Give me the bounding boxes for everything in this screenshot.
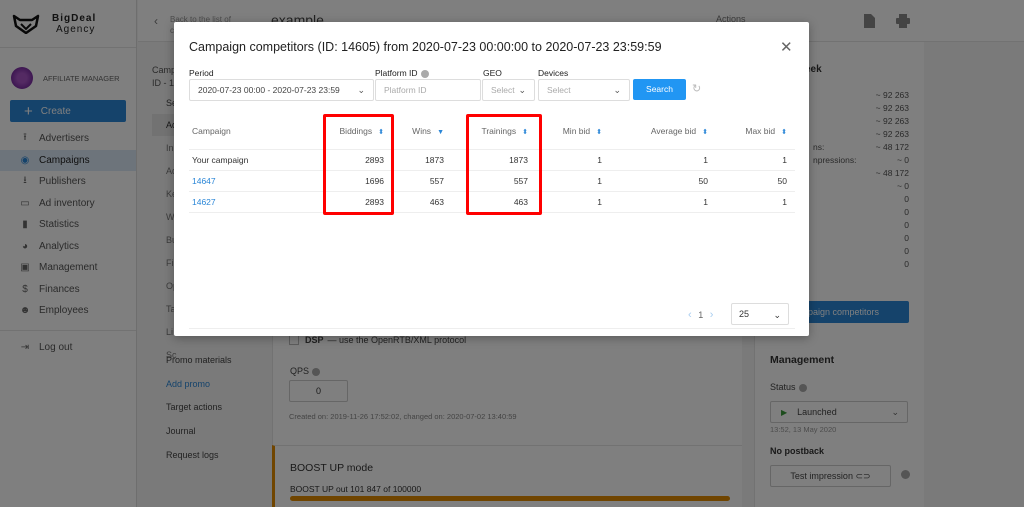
col-max-bid[interactable]: Max bid ⬍ [716,114,795,150]
devices-select[interactable]: Select ⌄ [538,79,630,101]
cell-min-bid: 1 [536,170,610,192]
campaign-link[interactable]: 14627 [192,197,216,207]
cell-avg-bid: 50 [610,170,716,192]
geo-label: GEO [483,68,502,78]
campaign-link[interactable]: 14647 [192,176,216,186]
refresh-icon[interactable]: ↻ [692,82,701,95]
sort-icon[interactable]: ⬍ [781,129,787,136]
period-select[interactable]: 2020-07-23 00:00 - 2020-07-23 23:59 ⌄ [189,79,374,101]
cell-avg-bid: 1 [610,149,716,171]
cell-wins: 1873 [392,149,452,171]
col-min-bid[interactable]: Min bid ⬍ [536,114,610,150]
per-page-value: 25 [739,309,750,319]
geo-value: Select [491,85,515,95]
chevron-down-icon: ⌄ [613,85,621,95]
current-page[interactable]: 1 [698,310,703,320]
geo-select[interactable]: Select ⌄ [482,79,535,101]
info-icon[interactable] [420,69,429,78]
prev-page-icon[interactable]: ‹ [688,309,692,321]
sort-desc-icon[interactable]: ▼ [437,129,444,136]
cell-min-bid: 1 [536,149,610,171]
platform-id-label-text: Platform ID [375,68,418,78]
search-button[interactable]: Search [633,79,686,100]
cell-max-bid: 1 [716,149,795,171]
col-wins[interactable]: Wins ▼ [392,114,452,150]
cell-min-bid: 1 [536,191,610,213]
platform-id-label: Platform ID [375,68,429,78]
chevron-down-icon: ⌄ [518,85,526,95]
cell-avg-bid: 1 [610,191,716,213]
next-page-icon[interactable]: › [710,309,714,321]
col-wins-label: Wins [412,126,432,137]
sort-icon[interactable]: ⬍ [702,129,708,136]
devices-label: Devices [538,68,569,78]
highlight-trainings [466,114,542,215]
col-max-bid-label: Max bid [745,126,776,137]
devices-value: Select [547,85,571,95]
footer-divider [189,328,795,329]
period-label: Period [189,68,214,78]
page: BigDeal Agency AFFILIATE MANAGER + Creat… [0,0,1024,507]
chevron-down-icon: ⌄ [357,85,365,95]
cell-max-bid: 1 [716,191,795,213]
cell-wins: 463 [392,191,452,213]
col-campaign-label: Campaign [192,126,231,137]
campaign-competitors-modal: Campaign competitors (ID: 14605) from 20… [174,22,809,336]
pagination: ‹ 1 › [688,309,713,321]
sort-icon[interactable]: ⬍ [596,129,602,136]
col-average-bid[interactable]: Average bid ⬍ [610,114,716,150]
cell-campaign: 14627 [189,191,324,213]
highlight-biddings [323,114,394,215]
cell-campaign: Your campaign [189,149,324,171]
cell-wins: 557 [392,170,452,192]
period-value: 2020-07-23 00:00 - 2020-07-23 23:59 [198,85,340,95]
per-page-select[interactable]: 25 ⌄ [731,303,789,325]
col-min-bid-label: Min bid [562,126,591,137]
modal-title: Campaign competitors (ID: 14605) from 20… [189,40,662,54]
col-campaign: Campaign [189,114,324,150]
close-icon[interactable]: ✕ [780,40,793,55]
cell-max-bid: 50 [716,170,795,192]
col-average-bid-label: Average bid [650,126,697,137]
chevron-down-icon: ⌄ [773,310,781,320]
cell-campaign: 14647 [189,170,324,192]
platform-id-input[interactable]: Platform ID [375,79,481,101]
